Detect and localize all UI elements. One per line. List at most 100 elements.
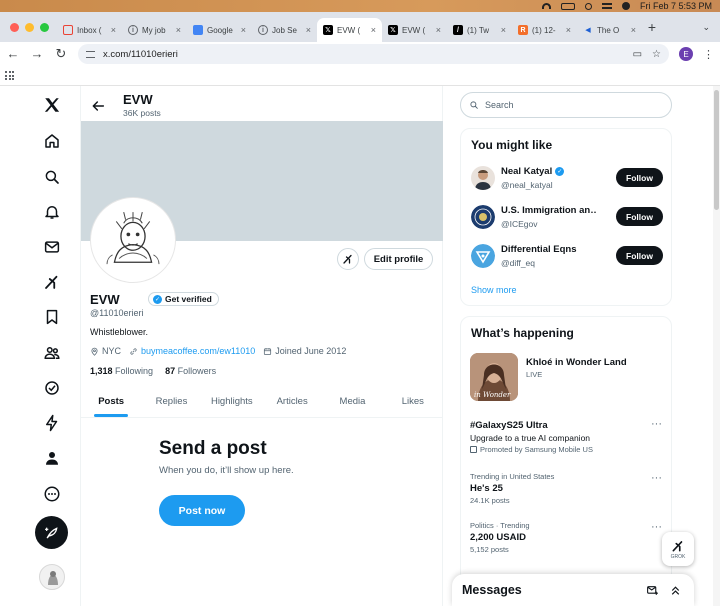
tab-close-icon[interactable]: × (371, 25, 376, 35)
tab-close-icon[interactable]: × (176, 25, 181, 35)
show-more-link[interactable]: Show more (471, 285, 517, 295)
suggestion-item[interactable]: Differential Eqns @diff_eq Follow (471, 242, 663, 272)
close-window-button[interactable] (10, 22, 19, 32)
following-link[interactable]: 1,318 Following (90, 366, 153, 376)
browser-tab[interactable]: ◀ The O × (577, 18, 642, 42)
tab-close-icon[interactable]: × (111, 25, 116, 35)
messages-title[interactable]: Messages (462, 583, 522, 597)
neal-katyal-avatar[interactable] (471, 166, 495, 190)
new-message-icon[interactable] (646, 584, 659, 597)
profile-avatar-image[interactable] (91, 198, 175, 282)
browser-tab[interactable]: Google × (187, 18, 252, 42)
profile-person-icon[interactable] (37, 443, 67, 473)
menubar-datetime[interactable]: Fri Feb 7 5:53 PM (640, 1, 712, 11)
apps-grid-icon[interactable] (5, 71, 14, 80)
tab-close-icon[interactable]: × (631, 25, 636, 35)
browser-tab[interactable]: 𝕏 EVW (× (317, 18, 382, 42)
browser-tab[interactable]: i My job × (122, 18, 187, 42)
ice-seal-avatar[interactable] (471, 205, 495, 229)
suggestion-name[interactable]: U.S. Immigration an…✓ (501, 205, 597, 216)
x-logo-icon[interactable] (37, 90, 67, 120)
battery-icon[interactable] (560, 2, 575, 10)
tab-close-icon[interactable]: × (306, 25, 311, 35)
trend-item[interactable]: #GalaxyS25 Ultra Upgrade to a true AI co… (470, 418, 662, 454)
back-arrow-icon[interactable] (90, 98, 106, 114)
follow-button[interactable]: Follow (616, 207, 663, 226)
trend-item[interactable]: Trending in United States He's 25 24.1K … (470, 472, 662, 505)
trend-more-icon[interactable]: ··· (651, 418, 662, 430)
compose-post-button[interactable] (35, 516, 68, 549)
url-text[interactable]: x.com/11010erieri (103, 49, 178, 60)
scrollbar-thumb[interactable] (714, 90, 719, 210)
search-input[interactable]: Search (460, 92, 672, 118)
bookmarks-icon[interactable] (37, 302, 67, 332)
grok-icon[interactable] (37, 267, 67, 297)
suggestion-name[interactable]: Neal Katyal ✓ (501, 166, 565, 177)
browser-tab[interactable]: Inbox (× (57, 18, 122, 42)
messages-envelope-icon[interactable] (37, 232, 67, 262)
trend-more-icon[interactable]: ··· (651, 521, 662, 533)
browser-menu-icon[interactable]: ⋮ (703, 48, 714, 61)
bookmark-star-icon[interactable]: ☆ (652, 49, 661, 60)
tab-search-chevron-icon[interactable]: ⌄ (702, 22, 710, 33)
minimize-window-button[interactable] (25, 22, 34, 32)
new-tab-button[interactable]: + (642, 19, 662, 35)
expand-chevrons-icon[interactable] (669, 584, 682, 597)
featured-event-image[interactable]: in Wonder (470, 353, 518, 401)
explore-search-icon[interactable] (37, 162, 67, 192)
tab-close-icon[interactable]: × (241, 25, 246, 35)
tab-close-icon[interactable]: × (566, 25, 571, 35)
profile-tab-replies[interactable]: Replies (141, 386, 201, 417)
suggestion-name[interactable]: Differential Eqns (501, 244, 577, 255)
followers-link[interactable]: 87 Followers (165, 366, 216, 376)
notifications-bell-icon[interactable] (37, 197, 67, 227)
wifi-icon[interactable] (541, 3, 551, 9)
tab-close-icon[interactable]: × (436, 25, 441, 35)
website-link[interactable]: buymeacoffee.com/ew11010 (141, 346, 255, 356)
grok-floating-button[interactable]: GROK (662, 532, 694, 566)
address-bar[interactable]: x.com/11010erieri ▭ ☆ (78, 44, 669, 64)
featured-event-title[interactable]: Khloé in Wonder Land (526, 357, 627, 368)
more-options-icon[interactable] (37, 479, 67, 509)
profile-tab-likes[interactable]: Likes (383, 386, 443, 417)
location-text: NYC (102, 346, 122, 356)
control-center-icon[interactable] (601, 3, 612, 9)
profile-tab-articles[interactable]: Articles (262, 386, 322, 417)
follow-button[interactable]: Follow (616, 246, 663, 265)
reload-button[interactable]: ↻ (54, 47, 68, 61)
spotlight-icon[interactable] (584, 2, 592, 10)
website[interactable]: buymeacoffee.com/ew11010 (129, 346, 255, 356)
browser-tab[interactable]: 𝕏 EVW (× (382, 18, 447, 42)
home-icon[interactable] (37, 126, 67, 156)
follow-button[interactable]: Follow (616, 168, 663, 187)
browser-tab[interactable]: R (1) 12- × (512, 18, 577, 42)
get-verified-button[interactable]: ✓ Get verified (148, 292, 219, 306)
profile-avatar[interactable]: E (679, 47, 693, 61)
suggestion-item[interactable]: Neal Katyal ✓ @neal_katyal Follow (471, 164, 663, 194)
suggestion-item[interactable]: U.S. Immigration an…✓ @ICEgov Follow (471, 203, 663, 233)
browser-tab[interactable]: i Job Se × (252, 18, 317, 42)
profile-tab-highlights[interactable]: Highlights (202, 386, 262, 417)
communities-icon[interactable] (37, 338, 67, 368)
grok-profile-button[interactable] (337, 248, 359, 270)
differential-eqns-avatar[interactable] (471, 244, 495, 268)
zoom-window-button[interactable] (40, 22, 49, 32)
tab-close-icon[interactable]: × (501, 25, 506, 35)
cast-icon[interactable]: ▭ (633, 49, 642, 60)
messages-drawer[interactable]: Messages (452, 574, 694, 606)
forward-button[interactable]: → (30, 47, 44, 61)
back-button[interactable]: ← (6, 47, 20, 61)
account-avatar[interactable] (39, 564, 65, 590)
profile-tab-media[interactable]: Media (322, 386, 382, 417)
browser-tab[interactable]: / (1) Tw × (447, 18, 512, 42)
edit-profile-button[interactable]: Edit profile (364, 248, 433, 270)
site-info-icon[interactable] (86, 50, 95, 58)
user-icon[interactable] (621, 2, 630, 10)
page-scrollbar[interactable] (713, 86, 720, 606)
verified-orgs-icon[interactable] (37, 373, 67, 403)
trend-more-icon[interactable]: ··· (651, 472, 662, 484)
premium-lightning-icon[interactable] (37, 408, 67, 438)
trend-item[interactable]: Politics · Trending 2,200 USAID 5,152 po… (470, 521, 662, 554)
post-now-button[interactable]: Post now (159, 495, 245, 526)
profile-tab-posts[interactable]: Posts (81, 386, 141, 417)
